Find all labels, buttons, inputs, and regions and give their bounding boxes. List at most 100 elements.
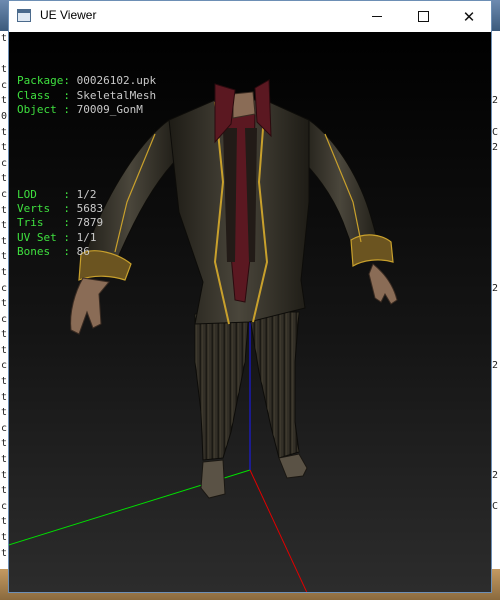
info-row: Verts : 5683 [17,202,156,216]
console-char: t [1,235,8,247]
console-char: t [1,173,8,185]
console-char: 2 [492,360,499,372]
info-value: 1/1 [76,230,97,244]
console-char: t [1,376,8,388]
maximize-button[interactable] [400,1,446,32]
console-char: t [1,33,8,44]
console-char [491,390,500,406]
console-char: 2 [492,95,499,107]
info-value: 70009_GonM [76,102,143,116]
console-char: t [1,220,8,232]
console-char [491,296,500,312]
console-char [491,187,500,203]
console-char: t [1,344,8,356]
console-char [491,421,500,437]
console-char: c [1,313,8,325]
info-value: 1/2 [76,187,97,201]
console-char [491,78,500,94]
console-char: t [1,95,8,107]
console-char: c [1,500,8,512]
console-char [491,171,500,187]
console-char: t [1,516,8,528]
console-char [491,62,500,78]
console-char: t [1,126,8,138]
console-char: c [1,157,8,169]
info-value: 5683 [76,202,104,216]
console-char: 0 [1,110,8,122]
console-char: t [1,407,8,419]
info-key: Class : [17,88,77,102]
mesh-info-overlay: Package: 00026102.upk Class : SkeletalMes… [17,46,156,287]
console-char: c [1,188,8,200]
info-value: 86 [76,244,90,258]
console-char [491,405,500,421]
console-char: C [492,500,499,512]
info-row: Bones : 86 [17,245,156,259]
console-char [491,218,500,234]
ue-viewer-window: UE Viewer ✕ Package: 00026102.upk Class … [8,0,492,593]
console-char: 2 [492,282,499,294]
info-row: Class : SkeletalMesh [17,89,156,103]
console-char [491,312,500,328]
close-button[interactable]: ✕ [446,1,492,32]
title-bar[interactable]: UE Viewer ✕ [9,1,491,32]
console-char [491,374,500,390]
console-char: t [1,532,8,543]
console-char [491,31,500,47]
info-value: 00026102.upk [76,74,157,88]
axis-y-red [249,469,308,592]
minimize-button[interactable] [354,1,400,32]
console-char: C [492,126,499,138]
info-key: Package: [17,74,77,88]
info-value: SkeletalMesh [76,88,157,102]
console-char [491,109,500,125]
console-char: t [1,469,8,481]
console-char [491,47,500,63]
info-key: Verts : [17,202,77,216]
console-char: 2 [492,469,499,481]
console-char [491,265,500,281]
console-char [491,327,500,343]
info-key: LOD : [17,187,77,201]
console-char [491,452,500,468]
console-char: t [1,251,8,263]
info-row: Tris : 7879 [17,216,156,230]
app-window-icon[interactable] [17,9,31,22]
maximize-icon [417,11,429,22]
info-value: 7879 [76,216,104,230]
console-char: t [1,438,8,450]
background-console-left: t tct0ttctctttttctcttctttcttttcttt [0,31,8,569]
console-char: t [1,547,8,559]
console-char: c [1,360,8,372]
console-char: t [1,204,8,216]
minimize-icon [372,16,382,17]
console-char [491,249,500,265]
console-char: 2 [492,142,499,154]
console-char [491,436,500,452]
console-char: t [1,391,8,403]
info-key: Bones : [17,244,77,258]
console-char: c [1,422,8,434]
info-row: Object : 70009_GonM [17,103,156,117]
console-char [0,47,8,63]
console-char: c [1,282,8,294]
console-char: t [1,64,8,76]
console-char [491,343,500,359]
info-key: Object : [17,102,77,116]
console-char [491,483,500,499]
3d-viewport[interactable]: Package: 00026102.upk Class : SkeletalMes… [9,32,491,592]
console-char: t [1,266,8,278]
console-char: t [1,142,8,154]
console-char: c [1,79,8,91]
info-row: UV Set : 1/1 [17,231,156,245]
console-char [491,234,500,250]
background-console-right: 2 C 2 2 2 2 C [491,31,500,569]
console-char [491,156,500,172]
console-char: t [1,298,8,310]
console-char [491,203,500,219]
info-key: UV Set : [17,230,77,244]
info-row: LOD : 1/2 [17,188,156,202]
console-char: t [1,485,8,497]
window-title: UE Viewer [40,8,97,22]
info-row: Package: 00026102.upk [17,74,156,88]
